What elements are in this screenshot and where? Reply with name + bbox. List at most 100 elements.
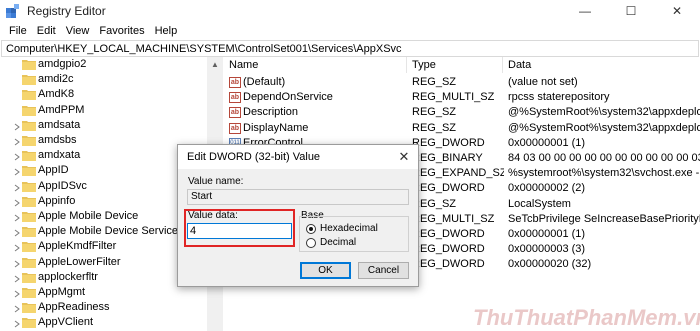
tree-item[interactable]: AppID — [0, 163, 207, 178]
tree-item-label: applockerfltr — [38, 270, 98, 283]
decimal-option[interactable]: Decimal — [306, 237, 356, 248]
expand-arrow-icon[interactable] — [14, 122, 20, 131]
column-header-name[interactable]: Name — [224, 57, 407, 73]
tree-item[interactable]: Apple Mobile Device — [0, 209, 207, 224]
value-data: (value not set) — [508, 76, 578, 88]
tree-item[interactable]: Apple Mobile Device Service — [0, 224, 207, 239]
value-data-input[interactable]: 4 — [187, 223, 292, 239]
value-row[interactable]: ab Description REG_SZ @%SystemRoot%\system3… — [224, 105, 700, 120]
expand-arrow-icon[interactable] — [14, 319, 20, 328]
value-data: 84 03 00 00 00 00 00 00 00 00 00 00 03 0… — [508, 152, 700, 164]
tree-item[interactable]: amdgpio2 — [0, 57, 207, 72]
tree-item[interactable]: AppMgmt — [0, 285, 207, 300]
column-header-type[interactable]: Type — [407, 57, 503, 73]
value-name-field: Start — [187, 189, 409, 205]
tree-item[interactable]: AmdK8 — [0, 87, 207, 102]
tree-item-label: amdxata — [38, 149, 81, 162]
menu-edit[interactable]: Edit — [32, 25, 61, 37]
value-type: REG_SZ — [412, 76, 457, 88]
string-value-icon: ab — [229, 92, 241, 104]
address-bar[interactable]: Computer\HKEY_LOCAL_MACHINE\SYSTEM\Contr… — [1, 40, 699, 57]
value-type: REG_EXPAND_SZ — [412, 167, 504, 180]
expand-arrow-icon[interactable] — [14, 198, 20, 207]
value-name: DependOnService — [243, 91, 333, 104]
hexadecimal-option[interactable]: Hexadecimal — [306, 223, 378, 234]
value-name: DisplayName — [243, 121, 309, 134]
tree-item[interactable]: Appinfo — [0, 194, 207, 209]
expand-arrow-icon[interactable] — [14, 274, 20, 283]
folder-icon — [22, 150, 36, 162]
maximize-button[interactable]: ☐ — [608, 0, 654, 22]
expand-arrow-icon[interactable] — [14, 243, 20, 252]
value-name: Description — [243, 106, 299, 119]
value-data: 0x00000020 (32) — [508, 258, 592, 271]
expand-arrow-icon[interactable] — [14, 167, 20, 176]
tree-item-label: amdgpio2 — [38, 58, 87, 70]
value-row[interactable]: ab DependOnService REG_MULTI_SZ rpcss state… — [224, 90, 700, 105]
folder-icon — [22, 241, 36, 253]
expand-arrow-icon[interactable] — [14, 304, 20, 313]
value-data: rpcss staterepository — [508, 91, 610, 104]
scroll-up-icon[interactable]: ▲ — [211, 60, 219, 69]
value-data-label: Value data: — [188, 210, 238, 221]
column-header-data[interactable]: Data — [503, 57, 700, 73]
tree-item-label: AppVClient — [38, 316, 94, 329]
ok-button[interactable]: OK — [300, 262, 351, 279]
tree-item[interactable]: AppReadiness — [0, 300, 207, 315]
folder-icon — [22, 165, 36, 177]
window-title: Registry Editor — [27, 4, 106, 18]
radio-hexadecimal[interactable] — [306, 223, 316, 234]
tree-item[interactable]: AppleLowerFilter — [0, 255, 207, 270]
menu-view[interactable]: View — [61, 25, 95, 37]
tree-item-label: Appinfo — [38, 194, 76, 207]
folder-icon — [22, 181, 36, 192]
tree-item[interactable]: AppIDSvc — [0, 179, 207, 194]
tree-item[interactable]: amdsata — [0, 118, 207, 133]
folder-icon — [22, 89, 36, 101]
tree-item-label: AppMgmt — [38, 286, 86, 298]
menu-help[interactable]: Help — [150, 25, 183, 37]
expand-arrow-icon[interactable] — [14, 137, 20, 146]
decimal-label: Decimal — [320, 237, 357, 248]
tree-item-label: Apple Mobile Device — [38, 210, 139, 222]
address-path: Computer\HKEY_LOCAL_MACHINE\SYSTEM\Contr… — [6, 42, 402, 55]
folder-icon — [22, 105, 36, 116]
tree-item[interactable]: applockerfltr — [0, 270, 207, 285]
value-row[interactable]: ab DisplayName REG_SZ @%SystemRoot%\system3… — [224, 121, 700, 136]
tree-item[interactable]: amdxata — [0, 148, 207, 163]
value-row[interactable]: ab (Default) REG_SZ (value not set) — [224, 75, 700, 90]
expand-arrow-icon[interactable] — [14, 259, 20, 267]
expand-arrow-icon[interactable] — [14, 183, 20, 191]
expand-arrow-icon[interactable] — [14, 213, 20, 222]
expand-arrow-icon[interactable] — [14, 152, 20, 161]
expand-arrow-icon[interactable] — [14, 228, 20, 237]
value-type: REG_DWORD — [412, 136, 485, 149]
folder-icon — [22, 120, 36, 131]
expand-arrow-icon[interactable] — [14, 289, 20, 298]
title-bar: Registry Editor — ☐ ✕ — [0, 0, 700, 22]
folder-icon — [22, 257, 36, 268]
minimize-button[interactable]: — — [562, 0, 608, 22]
tree-item[interactable]: AmdPPM — [0, 103, 207, 118]
folder-icon — [22, 135, 36, 146]
menu-favorites[interactable]: Favorites — [94, 25, 149, 37]
cancel-button[interactable]: Cancel — [358, 262, 409, 279]
close-button[interactable]: ✕ — [654, 0, 700, 22]
tree-item[interactable]: amdi2c — [0, 72, 207, 87]
tree-item[interactable]: AppVClient — [0, 315, 207, 330]
menu-file[interactable]: File — [4, 25, 32, 37]
radio-decimal[interactable] — [306, 237, 316, 248]
value-data: 0x00000001 (1) — [508, 228, 586, 240]
string-value-icon: ab — [229, 107, 241, 119]
tree-item-label: AppReadiness — [38, 301, 110, 314]
value-name: (Default) — [243, 76, 286, 88]
tree-item-label: amdi2c — [38, 73, 74, 86]
value-type: REG_DWORD — [412, 243, 485, 256]
dialog-close-button[interactable]: ✕ — [390, 145, 418, 169]
value-data: @%SystemRoot%\system32\appxdeployments — [508, 106, 700, 119]
tree-item[interactable]: AppleKmdfFilter — [0, 239, 207, 254]
tree-item-label: AppIDSvc — [38, 179, 87, 192]
tree-item[interactable]: amdsbs — [0, 133, 207, 148]
menu-bar: File Edit View Favorites Help — [0, 22, 700, 40]
value-type: REG_MULTI_SZ — [412, 91, 495, 104]
